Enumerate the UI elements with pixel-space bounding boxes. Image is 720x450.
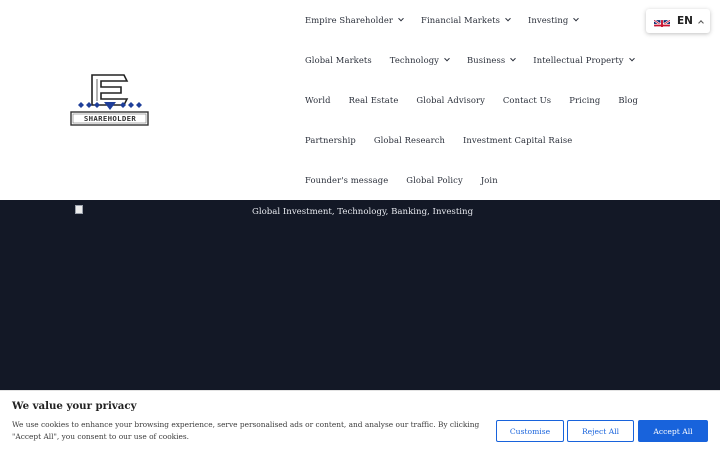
nav-item-label: Intellectual Property xyxy=(533,55,624,65)
hero-section: Global Investment, Technology, Banking, … xyxy=(0,200,720,390)
chevron-down-icon xyxy=(573,15,580,22)
chevron-down-icon xyxy=(398,15,404,22)
nav-row: Empire Shareholder Financial Markets Inves… xyxy=(296,0,656,40)
nav-item-label: Global Policy xyxy=(406,175,463,185)
customise-button[interactable]: Customise xyxy=(496,420,564,442)
nav-item-label: Founder's message xyxy=(305,175,389,185)
nav-item-contact-us[interactable]: Contact Us xyxy=(494,95,560,105)
nav-item-partnership[interactable]: Partnership xyxy=(296,135,365,145)
cookie-title: We value your privacy xyxy=(12,400,137,412)
nav-item-join[interactable]: Join xyxy=(472,175,507,185)
nav-row: Founder's message Global Policy Join xyxy=(296,160,656,200)
chevron-down-icon xyxy=(505,15,511,22)
nav-item-label: World xyxy=(305,95,331,105)
accept-all-button[interactable]: Accept All xyxy=(638,420,708,442)
hero-caption: Global Investment, Technology, Banking, … xyxy=(252,207,474,217)
nav-item-technology[interactable]: Technology xyxy=(381,55,458,65)
nav-item-global-policy[interactable]: Global Policy xyxy=(397,175,472,185)
chevron-down-icon xyxy=(444,55,450,62)
nav-item-investing[interactable]: Investing xyxy=(519,15,587,25)
nav-item-intellectual-property[interactable]: Intellectual Property xyxy=(524,55,642,65)
chevron-down-icon xyxy=(510,55,517,62)
nav-item-label: Pricing xyxy=(569,95,601,105)
cookie-consent-banner: We value your privacy We use cookies to … xyxy=(0,390,720,450)
logo-text: SHAREHOLDER xyxy=(83,114,137,123)
nav-item-real-estate[interactable]: Real Estate xyxy=(340,95,408,105)
nav-item-global-advisory[interactable]: Global Advisory xyxy=(407,95,494,105)
nav-item-label: Contact Us xyxy=(502,95,552,105)
site-header: SHAREHOLDER Empire Shareholder Financial … xyxy=(0,0,720,200)
nav-row: World Real Estate Global Advisory Contact U… xyxy=(296,80,656,120)
chevron-up-icon xyxy=(698,19,704,26)
nav-item-financial-markets[interactable]: Financial Markets xyxy=(412,15,519,25)
chevron-down-icon xyxy=(628,55,635,62)
uk-flag-icon xyxy=(654,16,670,27)
nav-item-label: Investing xyxy=(528,15,569,25)
nav-item-label: Technology xyxy=(389,55,440,65)
broken-image-icon xyxy=(75,205,83,214)
nav-item-blog[interactable]: Blog xyxy=(609,95,647,105)
nav-item-global-research[interactable]: Global Research xyxy=(365,135,454,145)
nav-item-business[interactable]: Business xyxy=(458,55,524,65)
nav-item-label: Partnership xyxy=(305,135,356,145)
main-navigation: Empire Shareholder Financial Markets Inves… xyxy=(296,0,656,200)
language-code: EN xyxy=(677,15,693,27)
nav-item-label: Blog xyxy=(618,95,638,105)
nav-item-label: Business xyxy=(467,55,506,65)
nav-item-world[interactable]: World xyxy=(296,95,340,105)
nav-item-founder-s-message[interactable]: Founder's message xyxy=(296,175,397,185)
nav-row: Partnership Global Research Investment Cap… xyxy=(296,120,656,160)
language-switcher[interactable]: EN xyxy=(646,9,710,33)
nav-item-label: Global Advisory xyxy=(416,95,485,105)
nav-item-pricing[interactable]: Pricing xyxy=(560,95,609,105)
nav-item-label: Financial Markets xyxy=(421,15,500,25)
nav-row: Global Markets Technology Business Intellec… xyxy=(296,40,656,80)
nav-item-investment-capital-raise[interactable]: Investment Capital Raise xyxy=(454,135,581,145)
nav-item-label: Investment Capital Raise xyxy=(463,135,573,145)
nav-item-label: Real Estate xyxy=(348,95,399,105)
nav-item-empire-shareholder[interactable]: Empire Shareholder xyxy=(296,15,412,25)
nav-item-global-markets[interactable]: Global Markets xyxy=(296,55,381,65)
nav-item-label: Global Research xyxy=(373,135,446,145)
cookie-text: We use cookies to enhance your browsing … xyxy=(12,420,480,441)
nav-item-label: Empire Shareholder xyxy=(305,15,394,25)
reject-all-button[interactable]: Reject All xyxy=(567,420,634,442)
nav-item-label: Global Markets xyxy=(305,55,372,65)
site-logo[interactable]: SHAREHOLDER xyxy=(70,72,150,128)
nav-item-label: Join xyxy=(480,175,498,185)
